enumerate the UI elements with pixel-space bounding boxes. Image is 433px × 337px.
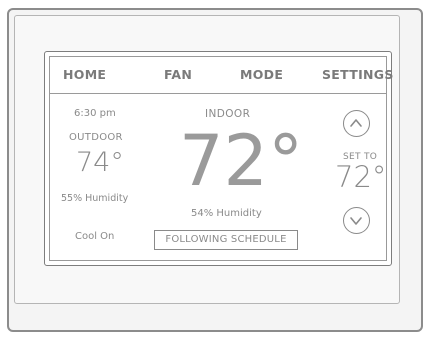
current-time: 6:30 pm [74, 108, 116, 119]
chevron-up-icon [350, 119, 362, 127]
chevron-down-icon [350, 217, 362, 225]
setpoint-up-button[interactable] [343, 110, 370, 137]
nav-home-button[interactable]: HOME [63, 67, 106, 82]
outdoor-humidity: 55% Humidity [61, 193, 129, 204]
setpoint-temperature: 72° [335, 160, 387, 194]
nav-settings-button[interactable]: SETTINGS [322, 67, 394, 82]
outdoor-temperature: 74° [76, 147, 124, 178]
system-status: Cool On [75, 231, 115, 242]
nav-fan-button[interactable]: FAN [164, 67, 192, 82]
following-schedule-button[interactable]: FOLLOWING SCHEDULE [154, 230, 298, 250]
setpoint-down-button[interactable] [343, 207, 370, 234]
indoor-temperature: 72° [179, 120, 304, 202]
indoor-label: INDOOR [205, 108, 251, 120]
indoor-humidity: 54% Humidity [191, 208, 262, 219]
thermostat-screen: HOME FAN MODE SETTINGS 6:30 pm OUTDOOR 7… [49, 56, 393, 261]
outdoor-label: OUTDOOR [69, 132, 123, 143]
nav-mode-button[interactable]: MODE [240, 67, 283, 82]
top-nav-bar: HOME FAN MODE SETTINGS [50, 57, 393, 94]
